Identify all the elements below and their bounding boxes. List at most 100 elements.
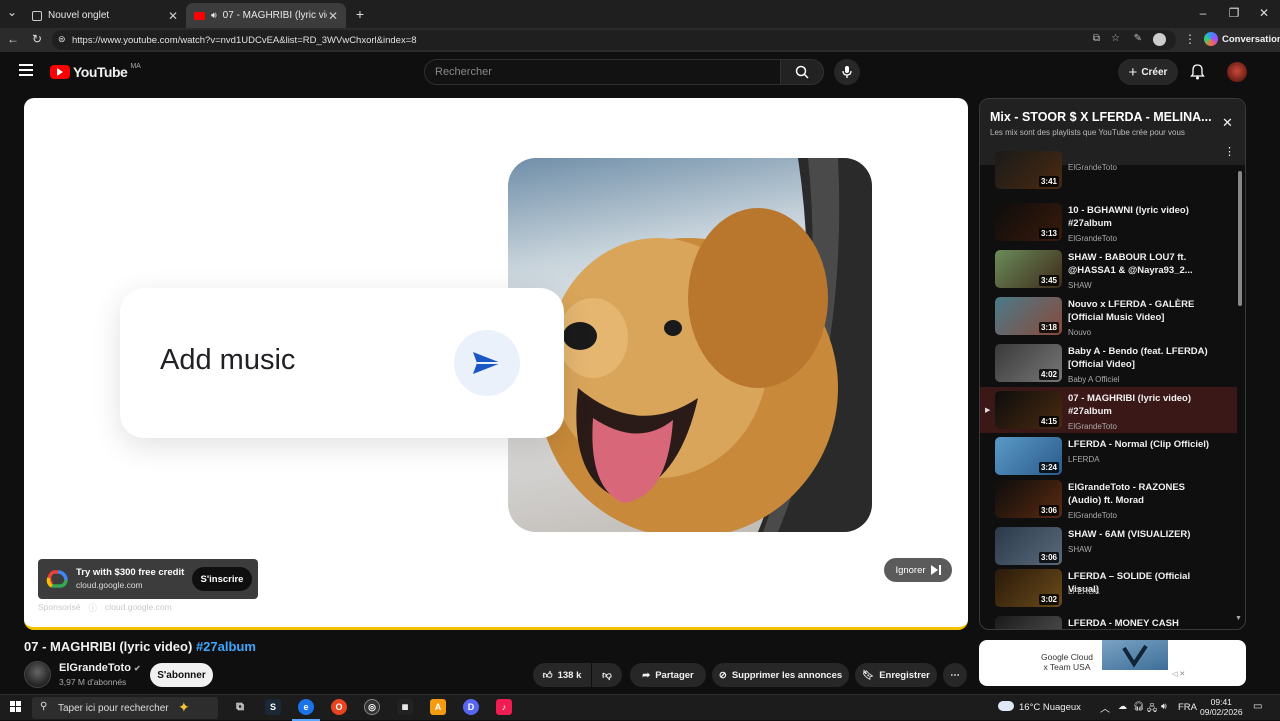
- video-thumbnail[interactable]: 3:41: [995, 151, 1062, 189]
- taskbar-search-input[interactable]: ⚲ Taper ici pour rechercher ✦: [32, 697, 218, 719]
- ad-choices-icon[interactable]: ◁ ✕: [1172, 670, 1185, 678]
- share-button[interactable]: ➦ Partager: [630, 663, 706, 687]
- ad-signup-button[interactable]: S'inscrire: [192, 567, 252, 591]
- video-thumbnail[interactable]: 3:02: [995, 569, 1062, 607]
- video-thumbnail[interactable]: 3:45: [995, 250, 1062, 288]
- playlist-item[interactable]: 3:18 Nouvo x LFERDA - GALÈRE [Official Mu…: [980, 293, 1237, 339]
- playlist-item-title[interactable]: LFERDA - Normal (Clip Officiel): [1068, 438, 1213, 451]
- playlist-item[interactable]: ▶ 4:15 07 - MAGHRIBI (lyric video) #27albu…: [980, 387, 1237, 433]
- speaker-icon[interactable]: 🔊︎: [211, 10, 217, 21]
- tray-chevron-icon[interactable]: ︿: [1100, 700, 1110, 715]
- playlist-item[interactable]: 3:45 SHAW - BABOUR LOU7 ft. @HASSA1 & @Na…: [980, 246, 1237, 292]
- reload-icon[interactable]: ↻: [29, 32, 45, 46]
- hashtag-link[interactable]: #27album: [196, 639, 256, 654]
- like-button[interactable]: 👍︎ 138 k: [533, 663, 591, 687]
- playlist-scrollbar[interactable]: [1238, 171, 1242, 306]
- playlist-item-title[interactable]: LFERDA - MONEY CASH (AUDIO OFFICIAL): [1068, 617, 1213, 629]
- info-icon[interactable]: ⓘ: [89, 602, 98, 614]
- playlist-item-title[interactable]: SHAW - 6AM (VISUALIZER): [1068, 528, 1213, 541]
- scroll-down-icon[interactable]: ▼: [1235, 615, 1242, 622]
- bookmark-star-icon[interactable]: ☆: [1111, 33, 1120, 44]
- playlist-item[interactable]: 3:06 SHAW - 6AM (VISUALIZER) SHAW: [980, 523, 1237, 565]
- video-player[interactable]: Add music Try with $300 free credit clou…: [24, 98, 968, 630]
- playlist-item-title[interactable]: 07 - MAGHRIBI (lyric video) #27album: [1068, 392, 1213, 418]
- playlist-item[interactable]: 3:24 LFERDA - Normal (Clip Officiel) LFERD…: [980, 433, 1237, 475]
- playlist-item-title[interactable]: SHAW - BABOUR LOU7 ft. @HASSA1 & @Nayra9…: [1068, 251, 1213, 277]
- voice-search-button[interactable]: [834, 59, 860, 85]
- playlist-item[interactable]: 3:06 ElGrandeToto - RAZONES (Audio) ft. M…: [980, 476, 1237, 522]
- playlist-item-title[interactable]: ElGrandeToto - RAZONES (Audio) ft. Morad: [1068, 481, 1213, 507]
- tab-youtube-video[interactable]: 🔊︎ 07 - MAGHRIBI (lyric video) # ✕: [186, 3, 346, 28]
- skip-ad-button[interactable]: Ignorer: [884, 558, 952, 582]
- dislike-button[interactable]: 👎︎: [592, 663, 622, 687]
- playlist-item-title[interactable]: 10 - BGHAWNI (lyric video) #27album: [1068, 204, 1213, 230]
- hamburger-menu-icon[interactable]: [19, 64, 33, 76]
- discord-icon[interactable]: D: [463, 699, 479, 715]
- playlist-item[interactable]: 3:13 10 - BGHAWNI (lyric video) #27album E…: [980, 199, 1237, 245]
- volume-icon[interactable]: 🔊︎: [1161, 701, 1167, 712]
- playlist-item[interactable]: LFERDA - MONEY CASH (AUDIO OFFICIAL): [980, 612, 1237, 629]
- close-tab-icon[interactable]: ✕: [168, 9, 178, 23]
- clock[interactable]: 09:41 09/02/2026: [1200, 697, 1243, 717]
- playlist-item[interactable]: 3:02 LFERDA – SOLIDE (Official Visual) LFE…: [980, 565, 1237, 611]
- weather-text[interactable]: 16°C Nuageux: [1019, 702, 1081, 713]
- save-button[interactable]: 🔖︎ Enregistrer: [855, 663, 937, 687]
- app-circle-icon[interactable]: ◎: [364, 699, 380, 715]
- video-thumbnail[interactable]: 3:13: [995, 203, 1062, 241]
- side-banner-ad[interactable]: Google Cloud x Team USA ◁ ✕: [979, 640, 1246, 686]
- subscribe-button[interactable]: S'abonner: [150, 663, 213, 687]
- close-window-icon[interactable]: ✕: [1256, 6, 1272, 20]
- conversation-button[interactable]: Conversation: [1204, 32, 1280, 46]
- account-avatar[interactable]: [1227, 62, 1247, 82]
- language-indicator[interactable]: FRA: [1178, 702, 1197, 713]
- playlist-item-title[interactable]: Nouvo x LFERDA - GALÈRE [Official Music …: [1068, 298, 1213, 324]
- youtube-logo[interactable]: YouTube MA: [50, 63, 141, 80]
- video-thumbnail[interactable]: 3:06: [995, 480, 1062, 518]
- back-icon[interactable]: ←: [5, 32, 21, 46]
- video-thumbnail[interactable]: [995, 616, 1062, 629]
- task-view-icon[interactable]: ⧉: [232, 699, 248, 715]
- windows-start-icon[interactable]: [10, 701, 22, 713]
- close-playlist-icon[interactable]: ✕: [1222, 115, 1233, 131]
- video-thumbnail[interactable]: 4:15: [995, 391, 1062, 429]
- opera-gx-icon[interactable]: O: [331, 699, 347, 715]
- tab-new-tab[interactable]: Nouvel onglet ✕: [24, 3, 186, 28]
- tiktok-icon[interactable]: ♪: [496, 699, 512, 715]
- minimize-icon[interactable]: –: [1195, 6, 1211, 20]
- install-icon[interactable]: ⧉: [1093, 33, 1100, 44]
- edge-browser-icon[interactable]: e: [298, 699, 314, 715]
- menu-dots-icon[interactable]: ⋮: [1182, 32, 1198, 46]
- notifications-bell-icon[interactable]: [1190, 64, 1205, 85]
- channel-name[interactable]: ElGrandeToto ✔: [59, 662, 141, 674]
- profile-avatar[interactable]: [1153, 33, 1166, 46]
- video-thumbnail[interactable]: 3:06: [995, 527, 1062, 565]
- playlist-item-title[interactable]: Baby A - Bendo (feat. LFERDA) [Official …: [1068, 345, 1213, 371]
- site-info-icon[interactable]: ⊜: [58, 34, 66, 45]
- steam-icon[interactable]: S: [265, 699, 281, 715]
- new-tab-plus-icon[interactable]: +: [352, 6, 368, 22]
- video-thumbnail[interactable]: 3:24: [995, 437, 1062, 475]
- create-button[interactable]: + Créer: [1118, 59, 1178, 85]
- ad-cta-box[interactable]: Try with $300 free credit cloud.google.c…: [38, 559, 258, 599]
- playlist-item[interactable]: 4:02 Baby A - Bendo (feat. LFERDA) [Offic…: [980, 340, 1237, 386]
- headset-icon[interactable]: 🎧︎: [1133, 701, 1144, 712]
- more-actions-button[interactable]: ⋯: [943, 663, 967, 687]
- app-grid-icon[interactable]: ▦: [397, 699, 413, 715]
- video-thumbnail[interactable]: 3:18: [995, 297, 1062, 335]
- url-field[interactable]: ⊜ https://www.youtube.com/watch?v=nvd1UD…: [52, 30, 1176, 50]
- notification-center-icon[interactable]: ▭: [1253, 701, 1262, 712]
- extensions-icon[interactable]: ✎: [1134, 33, 1142, 44]
- tray-app-icon[interactable]: ☁: [1118, 701, 1127, 712]
- app-a-icon[interactable]: A: [430, 699, 446, 715]
- network-icon[interactable]: 🖧: [1147, 701, 1157, 717]
- search-button[interactable]: [780, 59, 824, 85]
- maximize-icon[interactable]: ❐: [1226, 6, 1242, 20]
- close-tab-icon[interactable]: ✕: [328, 9, 338, 23]
- playlist-title[interactable]: Mix - STOOR $ X LFERDA - MELINA...: [990, 110, 1212, 124]
- tab-list-icon[interactable]: ⌄: [4, 5, 20, 19]
- video-thumbnail[interactable]: 4:02: [995, 344, 1062, 382]
- playlist-item[interactable]: 3:41 ElGrandeToto: [980, 151, 1237, 189]
- channel-avatar[interactable]: [24, 661, 51, 688]
- search-input[interactable]: Rechercher: [424, 59, 781, 85]
- remove-ads-button[interactable]: ⊘ Supprimer les annonces: [712, 663, 849, 687]
